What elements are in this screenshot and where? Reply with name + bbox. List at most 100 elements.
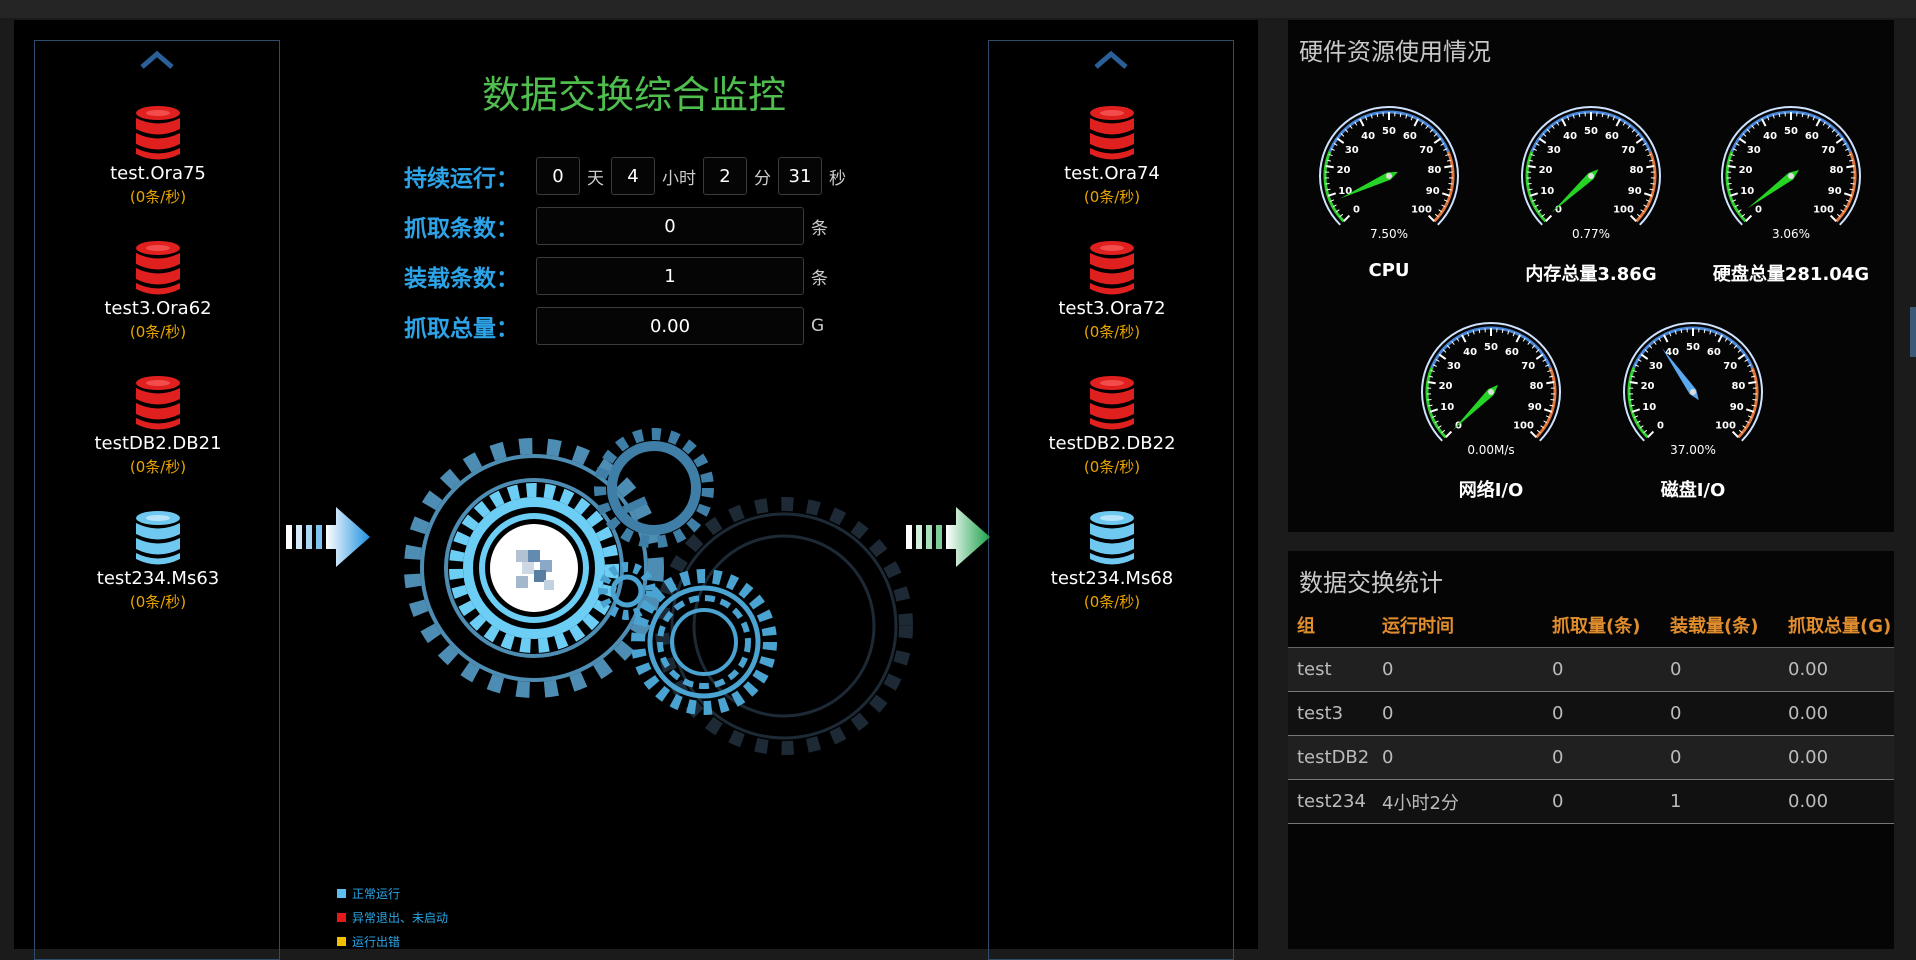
gauge-tick (1428, 382, 1436, 383)
gauge-tick-label: 10 (1642, 402, 1656, 413)
gauge-tick (1344, 216, 1350, 222)
gauge-tick-label: 40 (1563, 131, 1577, 142)
gauge-tick (1746, 409, 1754, 411)
source-db-item[interactable]: test234.Ms63 (0条/秒) (58, 510, 258, 612)
gauge-hub (1690, 389, 1696, 395)
table-row[interactable]: testDB20000.00 (1288, 736, 1894, 780)
database-icon (1089, 105, 1135, 161)
gauge-tick-label: 40 (1463, 347, 1477, 358)
gauge-tick (1844, 193, 1852, 195)
table-row[interactable]: test30000.00 (1288, 692, 1894, 736)
page-title: 数据交换综合监控 (294, 64, 974, 119)
load-count-field: 1 (536, 257, 804, 295)
gauge-tick (1539, 138, 1545, 143)
legend-label: 运行出错 (352, 933, 400, 950)
source-db-rate: (0条/秒) (58, 456, 258, 477)
scrollbar-thumb[interactable] (1910, 307, 1916, 357)
gauge-tick (1429, 216, 1435, 222)
source-db-item[interactable]: test3.Ora62 (0条/秒) (58, 240, 258, 342)
gauge-tick (1632, 409, 1640, 411)
runtime-row: 持续运行： 0 天 4 小时 2 分 31 秒 (404, 156, 853, 196)
gauge-tick (1851, 184, 1855, 185)
gauge-tick-label: 10 (1338, 186, 1352, 197)
gauge-reading: 0.00M/s (1467, 443, 1514, 457)
target-db-rate: (0条/秒) (1012, 186, 1212, 207)
target-db-item[interactable]: test3.Ora72 (0条/秒) (1012, 240, 1212, 342)
gauge-tick (1636, 138, 1642, 143)
gauge-tick-label: 50 (1484, 342, 1498, 353)
load-count-row: 装载条数： 1 条 (404, 256, 835, 296)
flow-arrow-in-icon (286, 505, 372, 569)
gauge-tick-label: 90 (1528, 402, 1542, 413)
table-row[interactable]: test0000.00 (1288, 648, 1894, 692)
gauge-dial: 01020304050607080901003.06% (1704, 96, 1878, 256)
gauge-tick (1728, 184, 1732, 185)
gauge-tick-label: 60 (1605, 131, 1619, 142)
gauge-tick-label: 100 (1513, 421, 1534, 432)
table-row[interactable]: test2344小时2分010.00 (1288, 780, 1894, 824)
gauge-tick (1739, 138, 1745, 143)
exchange-stats-panel: 数据交换统计 组 运行时间 抓取量(条) 装载量(条) 抓取总量(G) test… (1288, 551, 1894, 949)
gauge-tick (1546, 382, 1554, 383)
gauge-hub (1386, 173, 1392, 179)
source-db-item[interactable]: testDB2.DB21 (0条/秒) (58, 375, 258, 477)
gauge-tick-label: 20 (1641, 381, 1655, 392)
legend-label: 异常退出、未启动 (352, 909, 448, 926)
gauge-tick (1748, 382, 1756, 383)
gauge-tick (1846, 166, 1854, 167)
source-db-name: test234.Ms63 (58, 568, 258, 589)
gears-illustration (384, 410, 924, 790)
gauge-tick-label: 30 (1447, 361, 1461, 372)
chevron-up-icon[interactable] (1091, 47, 1131, 73)
gauge-tick (1646, 166, 1654, 167)
gauge-tick (1644, 193, 1652, 195)
hour-unit: 小时 (662, 164, 696, 189)
source-db-item[interactable]: test.Ora75 (0条/秒) (58, 105, 258, 207)
gauge-tick (1631, 216, 1637, 222)
column-header: 组 (1288, 603, 1373, 648)
chevron-up-icon[interactable] (137, 47, 177, 73)
table-cell: 0 (1543, 692, 1661, 736)
gauge-tick (1444, 166, 1452, 167)
gauge-tick-label: 30 (1747, 145, 1761, 156)
target-db-rate: (0条/秒) (1012, 321, 1212, 342)
table-cell: 0.00 (1779, 780, 1894, 824)
gauge-tick-label: 50 (1382, 126, 1396, 137)
gauge-tick (1337, 138, 1343, 143)
gauge-tick (1816, 119, 1820, 126)
gauge-label: CPU (1302, 260, 1476, 281)
target-db-item[interactable]: test.Ora74 (0条/秒) (1012, 105, 1212, 207)
gauge-dial: 01020304050607080901000.77% (1504, 96, 1678, 256)
gauge-tick-label: 100 (1613, 205, 1634, 216)
gauge-dial: 01020304050607080901000.00M/s (1404, 312, 1578, 472)
database-icon (1089, 240, 1135, 296)
gauge-tick-label: 90 (1426, 186, 1440, 197)
gauge-tick-label: 100 (1813, 205, 1834, 216)
gauge-tick-label: 70 (1521, 361, 1535, 372)
gauge-tick (1733, 432, 1739, 438)
fetch-count-field: 0 (536, 207, 804, 245)
second-unit: 秒 (829, 164, 846, 189)
gauge-tick-label: 30 (1547, 145, 1561, 156)
gauge-tick (1536, 354, 1542, 359)
database-icon (135, 375, 181, 431)
source-db-name: test3.Ora62 (58, 298, 258, 319)
gauge-tick-label: 80 (1829, 165, 1843, 176)
minute-unit: 分 (754, 164, 771, 189)
gauge-tick-label: 80 (1427, 165, 1441, 176)
gauge-hub (1588, 173, 1594, 179)
gauge-tick-label: 60 (1707, 347, 1721, 358)
gauge-tick (1528, 184, 1532, 185)
table-cell: test234 (1288, 780, 1373, 824)
target-db-item[interactable]: test234.Ms68 (0条/秒) (1012, 510, 1212, 612)
gauge-tick (1831, 216, 1837, 222)
gauge-tick-label: 50 (1686, 342, 1700, 353)
gauge-tick (1449, 184, 1453, 185)
gauge-hub (1488, 389, 1494, 395)
gauge-tick (1616, 119, 1620, 126)
target-db-item[interactable]: testDB2.DB22 (0条/秒) (1012, 375, 1212, 477)
gauge-tick-label: 70 (1419, 145, 1433, 156)
legend-swatch (337, 889, 346, 898)
table-cell: 0 (1661, 692, 1779, 736)
disk-gauge: 01020304050607080901003.06% 硬盘总量281.04G (1704, 96, 1878, 286)
